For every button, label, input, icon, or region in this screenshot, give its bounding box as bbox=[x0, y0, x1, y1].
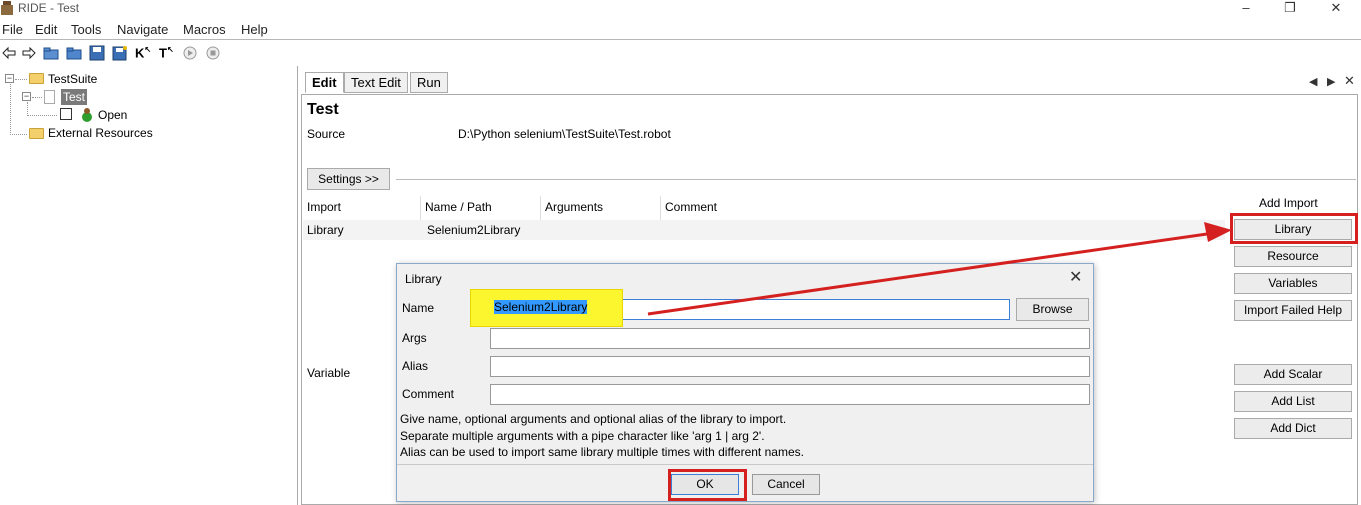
add-dict-button[interactable]: Add Dict bbox=[1234, 418, 1352, 439]
comment-input[interactable] bbox=[490, 384, 1090, 405]
tree-item-test[interactable]: Test bbox=[61, 89, 88, 105]
save-icon[interactable] bbox=[89, 45, 105, 61]
dialog-separator bbox=[397, 464, 1093, 465]
menu-macros[interactable]: Macros bbox=[183, 22, 226, 37]
dialog-close-icon[interactable]: ✕ bbox=[1069, 267, 1082, 287]
keyword-open-checkbox[interactable] bbox=[60, 108, 72, 120]
alias-label: Alias bbox=[402, 359, 429, 373]
add-list-button[interactable]: Add List bbox=[1234, 391, 1352, 412]
folder-icon bbox=[29, 73, 44, 84]
menu-file[interactable]: File bbox=[2, 22, 23, 37]
column-header-comment[interactable]: Comment bbox=[661, 196, 1225, 220]
source-label: Source bbox=[307, 127, 346, 141]
menu-help[interactable]: Help bbox=[241, 22, 268, 37]
window-title: RIDE - Test bbox=[18, 1, 80, 15]
keyword-search-icon[interactable]: K↖ bbox=[135, 45, 151, 61]
toolbar: K↖ T↖ bbox=[0, 42, 1361, 64]
add-resource-button[interactable]: Resource bbox=[1234, 246, 1352, 267]
name-label: Name bbox=[402, 301, 435, 315]
settings-divider bbox=[396, 179, 1356, 180]
tag-search-icon[interactable]: T↖ bbox=[159, 45, 175, 61]
ride-app-icon bbox=[1, 1, 13, 15]
tree-item-testsuite[interactable]: TestSuite bbox=[48, 72, 97, 86]
column-header-name-path[interactable]: Name / Path bbox=[421, 196, 541, 220]
menu-bar: File Edit Tools Navigate Macros Help bbox=[0, 20, 1361, 40]
minimize-button[interactable]: – bbox=[1226, 0, 1266, 18]
forward-arrow-icon[interactable] bbox=[21, 45, 37, 61]
column-header-import[interactable]: Import bbox=[303, 196, 421, 220]
title-bar: RIDE - Test – ❐ ✕ bbox=[0, 0, 1361, 18]
tab-text-edit[interactable]: Text Edit bbox=[344, 72, 408, 93]
editor-tabs: Edit Text Edit Run ◀ ▶ ✕ bbox=[303, 72, 1358, 94]
comment-label: Comment bbox=[402, 387, 455, 401]
args-label: Args bbox=[402, 331, 427, 345]
back-arrow-icon[interactable] bbox=[1, 45, 17, 61]
help-text-line-1: Give name, optional arguments and option… bbox=[400, 412, 787, 426]
stop-icon[interactable] bbox=[205, 45, 221, 61]
settings-toggle-button[interactable]: Settings >> bbox=[307, 168, 390, 190]
file-icon bbox=[44, 90, 55, 104]
tab-scroll-right-icon[interactable]: ▶ bbox=[1327, 75, 1335, 88]
source-path: D:\Python selenium\TestSuite\Test.robot bbox=[458, 127, 671, 141]
column-header-arguments[interactable]: Arguments bbox=[541, 196, 661, 220]
tree-item-external-resources[interactable]: External Resources bbox=[48, 126, 153, 140]
project-tree: − TestSuite − Test Open External Resourc… bbox=[0, 66, 298, 505]
help-text-line-2: Separate multiple arguments with a pipe … bbox=[400, 429, 765, 443]
dialog-title: Library bbox=[405, 272, 442, 286]
browse-button[interactable]: Browse bbox=[1016, 298, 1089, 321]
library-annotation-box bbox=[1230, 213, 1358, 244]
expand-testsuite-toggle[interactable]: − bbox=[5, 74, 14, 83]
close-window-button[interactable]: ✕ bbox=[1316, 0, 1356, 18]
cancel-button[interactable]: Cancel bbox=[752, 474, 820, 495]
help-text-line-3: Alias can be used to import same library… bbox=[400, 445, 804, 459]
ok-annotation-box bbox=[668, 469, 747, 501]
external-folder-icon bbox=[29, 128, 44, 139]
tab-run[interactable]: Run bbox=[410, 72, 448, 93]
page-title: Test bbox=[307, 101, 339, 118]
tab-scroll-left-icon[interactable]: ◀ bbox=[1309, 75, 1317, 88]
cell-name-path[interactable]: Selenium2Library bbox=[423, 220, 520, 240]
highlighted-library-name: Selenium2Library bbox=[494, 300, 588, 314]
variable-section-label: Variable bbox=[307, 366, 351, 380]
menu-tools[interactable]: Tools bbox=[71, 22, 101, 37]
run-icon[interactable] bbox=[182, 45, 198, 61]
add-scalar-button[interactable]: Add Scalar bbox=[1234, 364, 1352, 385]
tab-edit[interactable]: Edit bbox=[305, 72, 344, 93]
args-input[interactable] bbox=[490, 328, 1090, 349]
expand-test-toggle[interactable]: − bbox=[22, 92, 31, 101]
save-all-icon[interactable] bbox=[112, 45, 128, 61]
import-failed-help-button[interactable]: Import Failed Help bbox=[1234, 300, 1352, 321]
tab-close-icon[interactable]: ✕ bbox=[1344, 73, 1355, 89]
menu-edit[interactable]: Edit bbox=[35, 22, 57, 37]
open-directory-icon[interactable] bbox=[66, 45, 82, 61]
tree-item-open[interactable]: Open bbox=[98, 108, 127, 122]
menu-navigate[interactable]: Navigate bbox=[117, 22, 168, 37]
cell-import-type[interactable]: Library bbox=[303, 220, 344, 240]
maximize-button[interactable]: ❐ bbox=[1270, 0, 1310, 18]
add-import-heading: Add Import bbox=[1259, 196, 1318, 210]
add-variables-button[interactable]: Variables bbox=[1234, 273, 1352, 294]
keyword-icon bbox=[82, 108, 92, 122]
open-folder-icon[interactable] bbox=[43, 45, 59, 61]
alias-input[interactable] bbox=[490, 356, 1090, 377]
